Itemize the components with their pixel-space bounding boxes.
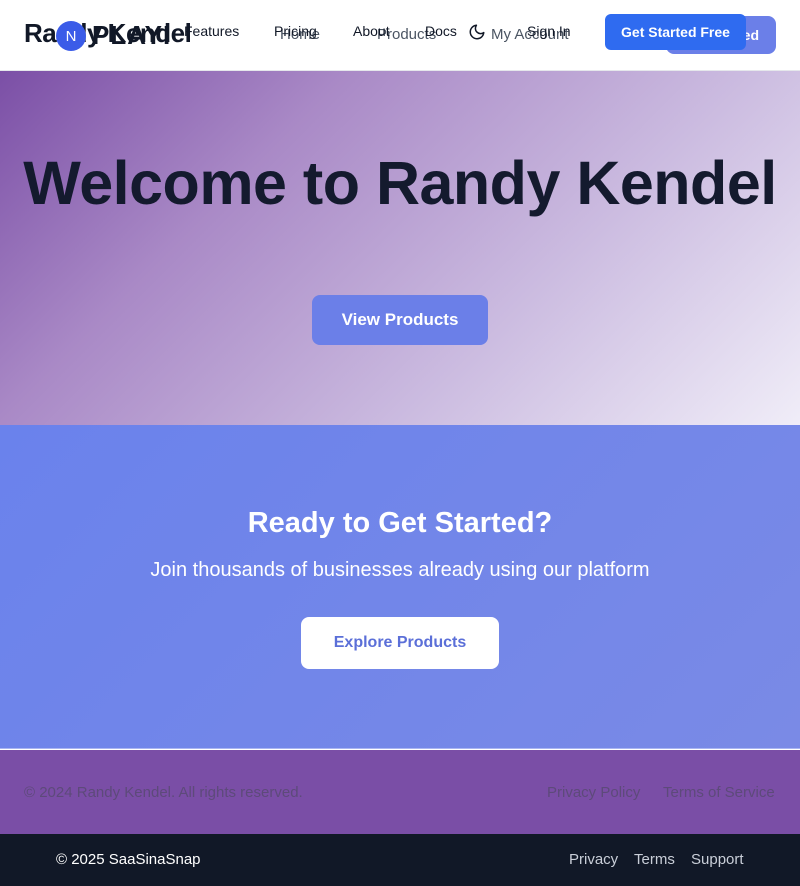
privacy-policy-link[interactable]: Privacy Policy [547,784,640,801]
nav-link-docs[interactable]: Docs [425,23,457,39]
view-products-button[interactable]: View Products [312,295,488,345]
site-copyright: © 2024 Randy Kendel. All rights reserved… [24,784,303,801]
cta-title: Ready to Get Started? [247,507,553,539]
site-footer: © 2024 Randy Kendel. All rights reserved… [0,750,800,834]
cta-section: Ready to Get Started? Join thousands of … [0,425,800,749]
privacy-link[interactable]: Privacy [569,851,618,868]
site-header: Randy Kendel Home Products My Account Ge… [0,0,800,71]
moon-icon[interactable] [468,23,486,41]
sign-in-link[interactable]: Sign In [527,23,571,39]
app-copyright: © 2025 SaaSinaSnap [56,851,201,868]
nav-link-features[interactable]: Features [184,23,239,39]
app-footer: © 2025 SaaSinaSnap Privacy Terms Support [0,834,800,886]
nav-link-pricing[interactable]: Pricing [274,23,317,39]
support-link[interactable]: Support [691,851,744,868]
hero-title: Welcome to Randy Kendel [23,149,777,217]
cta-subtitle: Join thousands of businesses already usi… [150,559,650,581]
terms-link[interactable]: Terms [634,851,675,868]
app-logo-icon: N [56,21,86,51]
hero-section: Welcome to Randy Kendel View Products [0,71,800,425]
explore-products-button[interactable]: Explore Products [301,617,499,669]
terms-of-service-link[interactable]: Terms of Service [663,784,775,801]
get-started-free-button[interactable]: Get Started Free [605,14,746,50]
app-nav: N PLAYI Features Pricing About Docs Sign… [0,0,800,70]
nav-link-about[interactable]: About [353,23,390,39]
app-brand-link[interactable]: PLAYI [92,20,171,51]
